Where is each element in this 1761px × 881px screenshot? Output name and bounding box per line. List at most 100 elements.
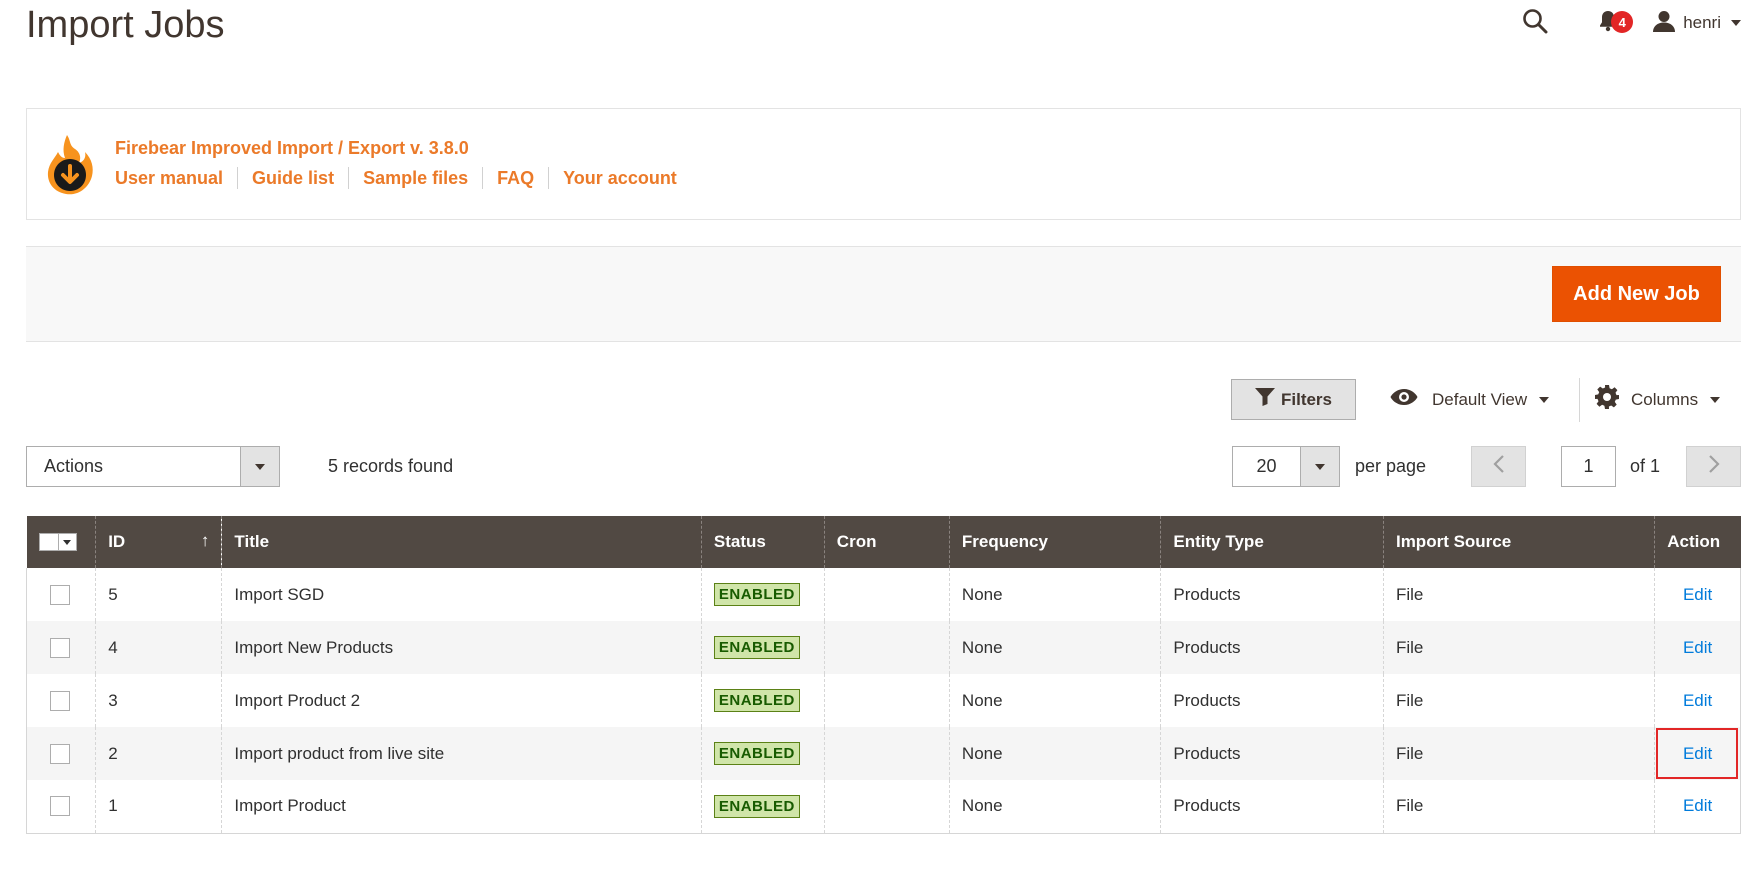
- cell-id: 4: [95, 621, 222, 674]
- username-label: henri: [1683, 13, 1721, 32]
- page-actions-bar: Add New Job: [26, 246, 1741, 342]
- user-menu[interactable]: henri: [1653, 10, 1741, 37]
- edit-link[interactable]: Edit: [1683, 585, 1712, 605]
- cell-import-source: File: [1382, 727, 1655, 780]
- cell-frequency: None: [948, 727, 1161, 780]
- sample-files-link[interactable]: Sample files: [363, 168, 468, 189]
- column-header-entity-type[interactable]: Entity Type: [1160, 516, 1384, 568]
- cell-action: Edit: [1654, 621, 1741, 674]
- status-badge: ENABLED: [713, 636, 800, 659]
- table-row: 2 Import product from live site ENABLED …: [25, 727, 1741, 780]
- edit-link[interactable]: Edit: [1683, 638, 1712, 658]
- column-header-action: Action: [1654, 516, 1741, 568]
- cell-title: Import SGD: [221, 568, 702, 621]
- status-badge: ENABLED: [713, 742, 800, 765]
- your-account-link[interactable]: Your account: [563, 168, 677, 189]
- cell-title: Import product from live site: [221, 727, 702, 780]
- mass-select-checkbox[interactable]: [40, 534, 59, 550]
- per-page-value: 20: [1256, 456, 1277, 476]
- column-header-frequency[interactable]: Frequency: [948, 516, 1161, 568]
- header-actions: 4 henri: [1515, 0, 1741, 46]
- column-header-import-source[interactable]: Import Source: [1382, 516, 1655, 568]
- cell-entity-type: Products: [1160, 780, 1384, 833]
- page-total-text: of 1: [1630, 456, 1661, 476]
- default-view-dropdown[interactable]: Default View: [1390, 379, 1550, 420]
- edit-link[interactable]: Edit: [1683, 796, 1712, 816]
- cell-action: Edit: [1654, 568, 1741, 621]
- per-page-select[interactable]: 20: [1232, 446, 1340, 487]
- row-checkbox[interactable]: [50, 584, 70, 605]
- chevron-down-icon: [1710, 396, 1721, 403]
- user-manual-link[interactable]: User manual: [115, 168, 223, 189]
- add-new-job-button[interactable]: Add New Job: [1552, 266, 1721, 322]
- cell-frequency: None: [948, 621, 1161, 674]
- cell-status: ENABLED: [700, 674, 825, 727]
- status-badge: ENABLED: [713, 794, 800, 818]
- mass-select-header: [26, 516, 96, 568]
- row-select-cell: [25, 674, 96, 727]
- link-divider: [348, 167, 350, 189]
- chevron-left-icon: [1492, 455, 1505, 478]
- row-select-cell: [25, 621, 96, 674]
- cell-import-source: File: [1382, 568, 1655, 621]
- row-select-cell: [25, 727, 96, 780]
- actions-select[interactable]: Actions: [26, 446, 280, 487]
- column-header-status[interactable]: Status: [700, 516, 825, 568]
- column-header-id[interactable]: ID ↑: [95, 516, 222, 568]
- edit-link[interactable]: Edit: [1683, 691, 1712, 711]
- view-label: Default View: [1432, 389, 1528, 409]
- chevron-down-icon: [255, 463, 265, 470]
- column-header-title[interactable]: Title: [221, 516, 702, 568]
- grid-toolbar-top: Filters Default View Columns: [0, 374, 1761, 424]
- row-checkbox[interactable]: [50, 690, 70, 711]
- page-number-input[interactable]: [1561, 446, 1616, 487]
- cell-status: ENABLED: [700, 568, 825, 621]
- status-badge: ENABLED: [713, 583, 800, 606]
- mass-select-toggle[interactable]: [59, 539, 76, 545]
- guide-list-link[interactable]: Guide list: [252, 168, 334, 189]
- table-row: 5 Import SGD ENABLED None Products File …: [25, 568, 1741, 621]
- cell-frequency: None: [948, 568, 1161, 621]
- notifications-button[interactable]: 4: [1591, 3, 1634, 43]
- toolbar-divider: [1579, 378, 1580, 422]
- next-page-button[interactable]: [1686, 446, 1741, 487]
- cell-entity-type: Products: [1160, 674, 1384, 727]
- cell-action: Edit: [1654, 780, 1741, 833]
- row-checkbox[interactable]: [50, 637, 70, 658]
- grid-header-row: ID ↑ Title Status Cron Frequency Entity …: [26, 516, 1741, 568]
- filters-button[interactable]: Filters: [1231, 379, 1356, 420]
- cell-cron: [823, 780, 950, 833]
- columns-dropdown[interactable]: Columns: [1595, 379, 1721, 420]
- edit-link[interactable]: Edit: [1683, 744, 1712, 764]
- cell-entity-type: Products: [1160, 568, 1384, 621]
- actions-select-toggle[interactable]: [240, 447, 279, 486]
- chevron-down-icon: [1539, 396, 1550, 403]
- row-checkbox[interactable]: [50, 743, 70, 764]
- row-checkbox[interactable]: [50, 796, 70, 817]
- cell-entity-type: Products: [1160, 621, 1384, 674]
- per-page-toggle[interactable]: [1300, 447, 1339, 486]
- table-row: 4 Import New Products ENABLED None Produ…: [25, 621, 1741, 674]
- search-button[interactable]: [1515, 3, 1555, 43]
- cell-cron: [823, 568, 950, 621]
- firebear-info-panel: Firebear Improved Import / Export v. 3.8…: [26, 108, 1741, 220]
- notification-count-badge: 4: [1611, 11, 1634, 33]
- faq-link[interactable]: FAQ: [497, 168, 534, 189]
- gear-icon: [1595, 385, 1631, 414]
- cell-id: 1: [95, 780, 222, 833]
- sort-ascending-icon: ↑: [200, 531, 210, 550]
- mass-select-dropdown[interactable]: [38, 533, 77, 551]
- table-row: 1 Import Product ENABLED None Products F…: [25, 780, 1741, 833]
- cell-title: Import New Products: [221, 621, 702, 674]
- cell-entity-type: Products: [1160, 727, 1384, 780]
- cell-import-source: File: [1382, 780, 1655, 833]
- chevron-down-icon: [1315, 463, 1325, 470]
- cell-id: 5: [95, 568, 222, 621]
- status-badge: ENABLED: [713, 689, 800, 712]
- firebear-logo-icon: [45, 133, 95, 199]
- column-header-cron[interactable]: Cron: [823, 516, 950, 568]
- row-select-cell: [25, 780, 96, 833]
- previous-page-button[interactable]: [1471, 446, 1526, 487]
- cell-frequency: None: [948, 780, 1161, 833]
- eye-icon: [1390, 388, 1432, 411]
